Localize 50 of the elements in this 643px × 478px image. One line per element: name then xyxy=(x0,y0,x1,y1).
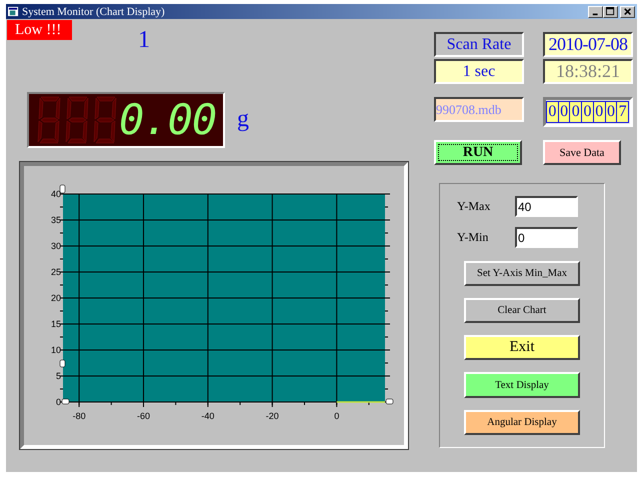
alarm-indicator: Low !!! xyxy=(7,20,72,40)
maximize-icon xyxy=(606,7,615,16)
scan-rate-value: 1 sec xyxy=(434,59,524,84)
y-min-label: Y-Min xyxy=(457,230,490,246)
counter-digit: 0 xyxy=(546,101,559,123)
y-tick-label: 40 xyxy=(50,189,61,199)
app-icon xyxy=(8,6,19,17)
save-data-button[interactable]: Save Data xyxy=(543,140,621,165)
close-button[interactable] xyxy=(620,6,635,18)
x-tick-label: -20 xyxy=(266,411,279,421)
counter-digit: 0 xyxy=(592,101,606,123)
x-tick-label: -60 xyxy=(137,411,150,421)
x-tick-label: 0 xyxy=(334,411,340,421)
channel-number: 1 xyxy=(138,27,150,54)
maximize-button[interactable] xyxy=(603,6,618,18)
minimize-button[interactable] xyxy=(588,6,603,18)
cursor-handle[interactable] xyxy=(60,184,66,194)
panel-button[interactable]: Exit xyxy=(464,335,580,360)
data-line xyxy=(336,401,385,403)
y-tick-label: 20 xyxy=(50,293,61,303)
panel-button[interactable]: Set Y-Axis Min_Max xyxy=(464,260,580,286)
counter-digit: 7 xyxy=(616,101,630,123)
panel-button[interactable]: Clear Chart xyxy=(464,298,580,324)
readout-unit: g xyxy=(237,106,249,133)
x-tick-label: -40 xyxy=(201,411,214,421)
time-display: 18:38:21 xyxy=(543,59,633,84)
file-name: 990708.mdb xyxy=(434,97,524,122)
y-tick-label: 5 xyxy=(56,371,61,381)
panel-button[interactable]: Text Display xyxy=(464,372,580,398)
x-tick-label: -80 xyxy=(72,411,86,421)
y-max-field[interactable]: 40 xyxy=(515,196,578,218)
y-max-label: Y-Max xyxy=(457,199,492,214)
panel-button[interactable]: Angular Display xyxy=(464,410,580,435)
window-title: System Monitor (Chart Display) xyxy=(22,6,166,18)
y-tick-label: 30 xyxy=(50,241,61,251)
date-display: 2010-07-08 xyxy=(543,32,633,57)
y-tick-label: 15 xyxy=(50,319,61,329)
counter-digit: 0 xyxy=(581,101,594,123)
y-tick-label: 10 xyxy=(50,345,61,355)
counter-digit: 0 xyxy=(569,101,582,123)
cursor-handle[interactable] xyxy=(62,398,70,404)
run-button[interactable]: RUN xyxy=(434,140,522,165)
readout-value: 0.00 xyxy=(119,96,216,144)
cursor-handle[interactable] xyxy=(60,360,66,368)
y-tick-label: 25 xyxy=(50,267,61,277)
scan-rate-label: Scan Rate xyxy=(434,32,524,57)
y-min-field[interactable]: 0 xyxy=(515,227,578,248)
cursor-handle[interactable] xyxy=(386,398,394,404)
y-tick-label: 35 xyxy=(50,215,61,225)
close-icon xyxy=(624,8,632,16)
